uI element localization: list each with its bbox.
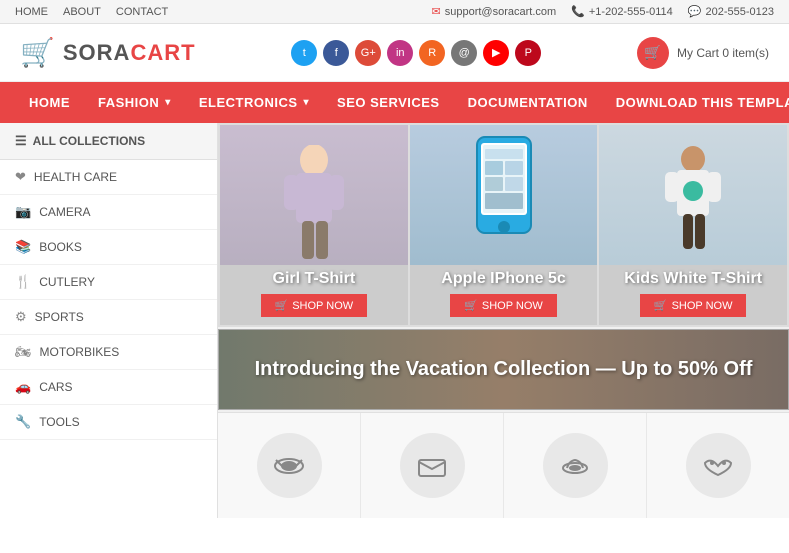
cat-icon-2 bbox=[400, 433, 465, 498]
cat-icon-3 bbox=[543, 433, 608, 498]
cars-icon: 🚗 bbox=[15, 379, 31, 395]
cart-logo-icon: 🛒 bbox=[20, 36, 55, 69]
cat-icon-4 bbox=[686, 433, 751, 498]
top-bar-contact: ✉ support@soracart.com 📞 +1-202-555-0114… bbox=[432, 5, 774, 18]
girl-svg bbox=[274, 145, 354, 265]
books-icon: 📚 bbox=[15, 239, 31, 255]
nav-fashion[interactable]: FASHION bbox=[84, 83, 185, 122]
header: 🛒 SORACART t f G+ in R @ ▶ P 🛒 My Cart 0… bbox=[0, 24, 789, 82]
phone-contact: 📞 +1-202-555-0114 bbox=[571, 5, 673, 18]
motorbikes-icon: 🏍 bbox=[15, 344, 32, 360]
top-bar-nav: HOME ABOUT CONTACT bbox=[15, 6, 168, 18]
whatsapp-contact: 💬 202-555-0123 bbox=[688, 5, 774, 18]
sidebar: ALL COLLECTIONS ❤ HEALTH CARE 📷 CAMERA 📚… bbox=[0, 123, 218, 518]
bottom-cats bbox=[218, 412, 789, 518]
mail-icon: ✉ bbox=[432, 5, 441, 18]
topbar-contact-link[interactable]: CONTACT bbox=[116, 6, 168, 18]
sidebar-item-camera[interactable]: 📷 CAMERA bbox=[0, 195, 217, 230]
hero-grid: Girl T-Shirt 🛒 SHOP NOW bbox=[218, 123, 789, 327]
camera-icon: 📷 bbox=[15, 204, 31, 220]
vacation-banner[interactable]: Introducing the Vacation Collection — Up… bbox=[218, 329, 789, 410]
hero-title-2: Apple IPhone 5c bbox=[418, 270, 590, 288]
nav-home[interactable]: HOME bbox=[15, 83, 84, 122]
phone-figure bbox=[410, 125, 598, 265]
right-content: Girl T-Shirt 🛒 SHOP NOW bbox=[218, 123, 789, 518]
cat-icon-svg-4 bbox=[703, 455, 733, 477]
tools-icon: 🔧 bbox=[15, 414, 31, 430]
sidebar-item-cars[interactable]: 🚗 CARS bbox=[0, 370, 217, 405]
bottom-cat-3[interactable] bbox=[504, 413, 647, 518]
logo-sora: SORA bbox=[63, 40, 131, 65]
shop-now-btn-1[interactable]: 🛒 SHOP NOW bbox=[261, 294, 368, 317]
pinterest-icon[interactable]: P bbox=[515, 40, 541, 66]
bottom-cat-2[interactable] bbox=[361, 413, 504, 518]
instagram-icon[interactable]: in bbox=[387, 40, 413, 66]
twitter-icon[interactable]: t bbox=[291, 40, 317, 66]
google-icon[interactable]: G+ bbox=[355, 40, 381, 66]
logo-cart: CART bbox=[130, 40, 195, 65]
sidebar-item-cutlery[interactable]: 🍴 CUTLERY bbox=[0, 265, 217, 300]
shop-now-btn-3[interactable]: 🛒 SHOP NOW bbox=[640, 294, 747, 317]
main-content: ALL COLLECTIONS ❤ HEALTH CARE 📷 CAMERA 📚… bbox=[0, 123, 789, 518]
phone-icon: 📞 bbox=[571, 5, 585, 18]
topbar-home-link[interactable]: HOME bbox=[15, 6, 48, 18]
hero-card-iphone: Apple IPhone 5c 🛒 SHOP NOW bbox=[410, 125, 598, 325]
email-icon[interactable]: @ bbox=[451, 40, 477, 66]
sidebar-item-sports[interactable]: ⚙ SPORTS bbox=[0, 300, 217, 335]
sidebar-item-motorbikes[interactable]: 🏍 MOTORBIKES bbox=[0, 335, 217, 370]
rss-icon[interactable]: R bbox=[419, 40, 445, 66]
vacation-text: Introducing the Vacation Collection — Up… bbox=[239, 358, 768, 381]
sports-icon: ⚙ bbox=[15, 309, 27, 325]
facebook-icon[interactable]: f bbox=[323, 40, 349, 66]
cart-btn-icon-2: 🛒 bbox=[464, 299, 478, 312]
cat-icon-svg-2 bbox=[417, 455, 447, 477]
topbar-about-link[interactable]: ABOUT bbox=[63, 6, 101, 18]
logo[interactable]: 🛒 SORACART bbox=[20, 36, 196, 69]
hero-card-kids-tshirt: Kids White T-Shirt 🛒 SHOP NOW bbox=[599, 125, 787, 325]
bottom-cat-4[interactable] bbox=[647, 413, 789, 518]
phone-svg bbox=[469, 135, 539, 255]
cat-icon-1 bbox=[257, 433, 322, 498]
cart-section[interactable]: 🛒 My Cart 0 item(s) bbox=[637, 37, 769, 69]
sidebar-item-tools[interactable]: 🔧 TOOLS bbox=[0, 405, 217, 440]
cat-icon-svg-1 bbox=[274, 455, 304, 477]
youtube-icon[interactable]: ▶ bbox=[483, 40, 509, 66]
cart-btn-icon-3: 🛒 bbox=[654, 299, 668, 312]
top-bar: HOME ABOUT CONTACT ✉ support@soracart.co… bbox=[0, 0, 789, 24]
bottom-cat-1[interactable] bbox=[218, 413, 361, 518]
hero-title-3: Kids White T-Shirt bbox=[607, 270, 779, 288]
sidebar-item-healthcare[interactable]: ❤ HEALTH CARE bbox=[0, 160, 217, 195]
nav-download[interactable]: DOWNLOAD THIS TEMPLATE bbox=[602, 83, 789, 122]
cart-btn-icon-1: 🛒 bbox=[275, 299, 289, 312]
email-contact: ✉ support@soracart.com bbox=[432, 5, 557, 18]
cat-icon-svg-3 bbox=[560, 455, 590, 477]
shop-now-btn-2[interactable]: 🛒 SHOP NOW bbox=[450, 294, 557, 317]
logo-text: SORACART bbox=[63, 40, 196, 66]
nav-documentation[interactable]: DOCUMENTATION bbox=[454, 83, 602, 122]
hero-info-3: Kids White T-Shirt 🛒 SHOP NOW bbox=[599, 262, 787, 325]
hero-info-1: Girl T-Shirt 🛒 SHOP NOW bbox=[220, 262, 408, 325]
main-nav: HOME FASHION ELECTRONICS SEO SERVICES DO… bbox=[0, 82, 789, 123]
healthcare-icon: ❤ bbox=[15, 169, 26, 185]
whatsapp-icon: 💬 bbox=[688, 5, 702, 18]
hero-info-2: Apple IPhone 5c 🛒 SHOP NOW bbox=[410, 262, 598, 325]
hero-card-girl-tshirt: Girl T-Shirt 🛒 SHOP NOW bbox=[220, 125, 408, 325]
hero-title-1: Girl T-Shirt bbox=[228, 270, 400, 288]
kid-svg bbox=[653, 145, 733, 265]
girl-figure bbox=[220, 125, 408, 265]
social-icons: t f G+ in R @ ▶ P bbox=[291, 40, 541, 66]
cart-icon: 🛒 bbox=[637, 37, 669, 69]
cart-label: My Cart 0 item(s) bbox=[677, 46, 769, 60]
sidebar-header: ALL COLLECTIONS bbox=[0, 123, 217, 160]
nav-seo[interactable]: SEO SERVICES bbox=[323, 83, 454, 122]
nav-electronics[interactable]: ELECTRONICS bbox=[185, 83, 323, 122]
kid-figure bbox=[599, 125, 787, 265]
cutlery-icon: 🍴 bbox=[15, 274, 31, 290]
sidebar-item-books[interactable]: 📚 BOOKS bbox=[0, 230, 217, 265]
